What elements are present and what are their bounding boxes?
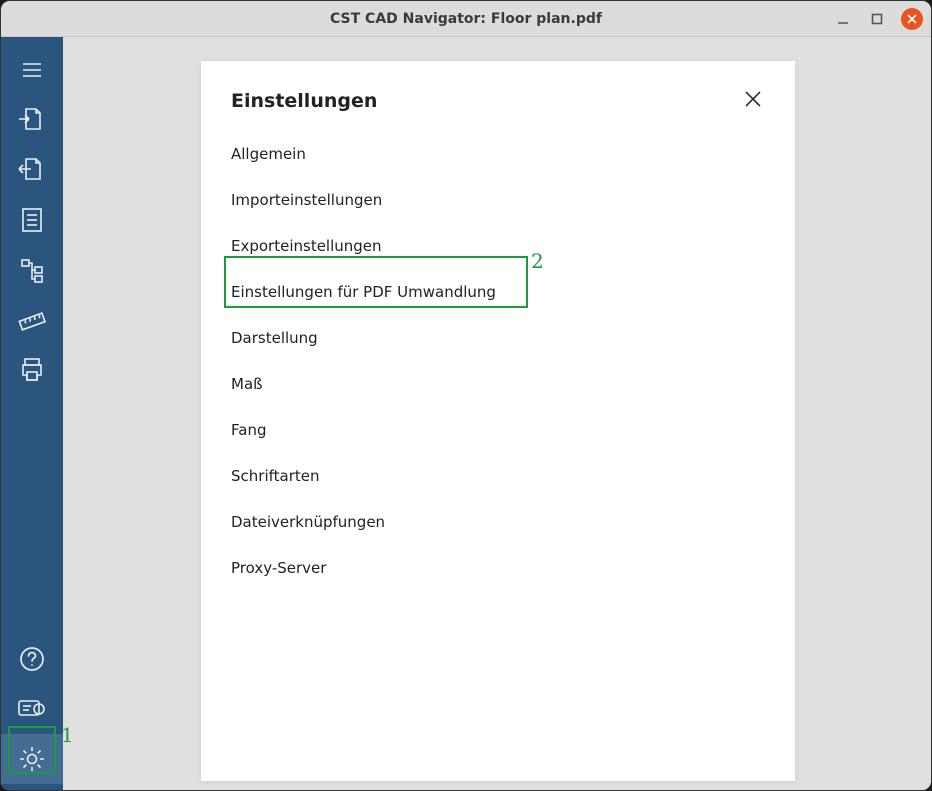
sidebar-bottom (1, 634, 63, 784)
settings-item-proxy[interactable]: Proxy-Server (221, 547, 775, 589)
sidebar-measure[interactable] (1, 295, 63, 345)
app-window: CST CAD Navigator: Floor plan.pdf (0, 0, 932, 791)
tree-icon (18, 256, 46, 284)
settings-item-snap[interactable]: Fang (221, 409, 775, 451)
sidebar-license[interactable] (1, 684, 63, 734)
document-icon (18, 206, 46, 234)
sidebar-help[interactable] (1, 634, 63, 684)
titlebar: CST CAD Navigator: Floor plan.pdf (1, 1, 931, 37)
settings-close-button[interactable] (741, 89, 765, 113)
close-icon (744, 90, 762, 112)
settings-item-general[interactable]: Allgemein (221, 133, 775, 175)
menu-icon (19, 57, 45, 83)
settings-header: Einstellungen (201, 61, 795, 127)
sidebar-menu[interactable] (1, 45, 63, 95)
import-icon (17, 105, 47, 135)
sidebar-tree[interactable] (1, 245, 63, 295)
maximize-button[interactable] (867, 9, 887, 29)
close-button[interactable] (901, 8, 923, 30)
window-controls (833, 1, 923, 37)
settings-item-dimensions[interactable]: Maß (221, 363, 775, 405)
sidebar-export[interactable] (1, 145, 63, 195)
sidebar (1, 37, 63, 791)
license-icon (17, 697, 47, 721)
sidebar-import[interactable] (1, 95, 63, 145)
ruler-icon (17, 305, 47, 335)
settings-list: Allgemein Importeinstellungen Exporteins… (201, 127, 795, 589)
minimize-button[interactable] (833, 9, 853, 29)
settings-icon (17, 744, 47, 774)
settings-item-file-assoc[interactable]: Dateiverknüpfungen (221, 501, 775, 543)
sidebar-top (1, 45, 63, 395)
sidebar-document[interactable] (1, 195, 63, 245)
settings-panel: Einstellungen Allgemein Importeinstellun… (201, 61, 795, 781)
export-icon (17, 155, 47, 185)
settings-item-export[interactable]: Exporteinstellungen (221, 225, 775, 267)
sidebar-settings[interactable] (1, 734, 63, 784)
window-title: CST CAD Navigator: Floor plan.pdf (330, 11, 602, 27)
settings-item-pdf-conversion[interactable]: Einstellungen für PDF Umwandlung (221, 271, 775, 313)
settings-item-fonts[interactable]: Schriftarten (221, 455, 775, 497)
settings-item-display[interactable]: Darstellung (221, 317, 775, 359)
content-area: Einstellungen Allgemein Importeinstellun… (63, 37, 932, 791)
help-icon (18, 645, 46, 673)
sidebar-print[interactable] (1, 345, 63, 395)
app-body: Einstellungen Allgemein Importeinstellun… (1, 37, 932, 791)
settings-title: Einstellungen (231, 90, 377, 112)
settings-item-import[interactable]: Importeinstellungen (221, 179, 775, 221)
print-icon (18, 356, 46, 384)
